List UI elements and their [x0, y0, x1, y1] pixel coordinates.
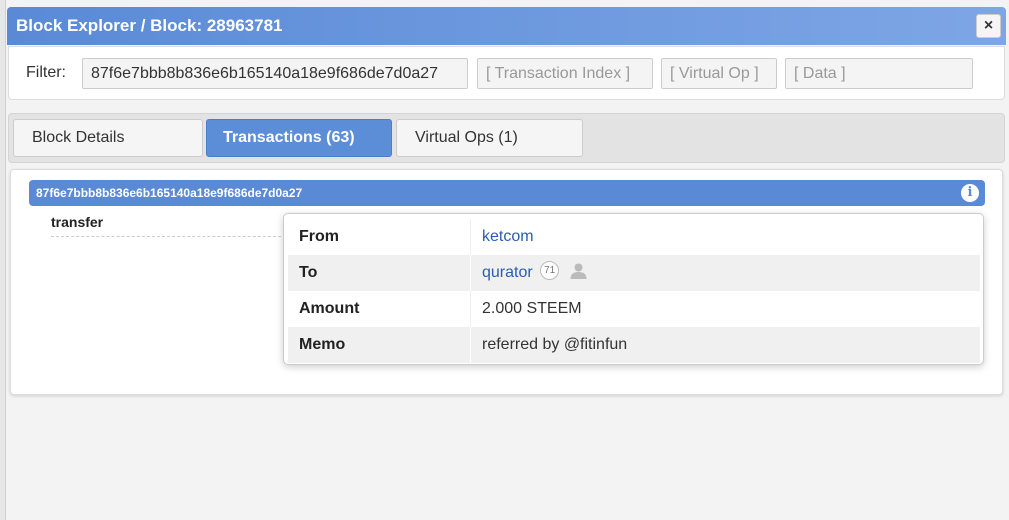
detail-row-to: To qurator 71: [288, 255, 980, 291]
close-button[interactable]: ×: [976, 14, 1001, 38]
from-value-cell: ketcom: [472, 219, 980, 255]
close-icon: ×: [983, 17, 994, 34]
amount-value: 2.000 STEEM: [482, 300, 582, 317]
filter-panel: Filter: 87f6e7bbb8b836e6b165140a18e9f686…: [8, 46, 1005, 100]
data-filter-input[interactable]: [ Data ]: [785, 58, 973, 89]
reputation-badge: 71: [540, 261, 560, 281]
transaction-header[interactable]: 87f6e7bbb8b836e6b165140a18e9f686de7d0a27…: [29, 180, 985, 206]
operation-details-popover: From ketcom To qurator 71 Amount 2.000 S…: [283, 213, 984, 365]
user-icon[interactable]: [570, 263, 587, 279]
from-account-link[interactable]: ketcom: [482, 228, 534, 245]
operation-divider: [51, 236, 286, 237]
operation-type[interactable]: transfer: [51, 214, 103, 230]
window-title: Block Explorer / Block: 28963781: [16, 16, 283, 35]
window-titlebar[interactable]: Block Explorer / Block: 28963781 ×: [7, 7, 1006, 45]
transaction-id: 87f6e7bbb8b836e6b165140a18e9f686de7d0a27: [36, 186, 303, 200]
memo-key: Memo: [288, 327, 471, 363]
info-icon[interactable]: i: [961, 184, 979, 202]
filter-label: Filter:: [26, 64, 66, 81]
transaction-index-filter-input[interactable]: [ Transaction Index ]: [477, 58, 653, 89]
amount-key: Amount: [288, 291, 471, 327]
detail-row-from: From ketcom: [288, 219, 980, 255]
tab-block-details[interactable]: Block Details: [13, 119, 203, 157]
to-account-link[interactable]: qurator: [482, 264, 533, 281]
memo-value: referred by @fitinfun: [482, 336, 628, 353]
tab-transactions[interactable]: Transactions (63): [206, 119, 392, 157]
detail-row-amount: Amount 2.000 STEEM: [288, 291, 980, 327]
virtual-op-filter-input[interactable]: [ Virtual Op ]: [661, 58, 777, 89]
from-key: From: [288, 219, 471, 255]
detail-row-memo: Memo referred by @fitinfun: [288, 327, 980, 363]
transaction-id-filter-input[interactable]: 87f6e7bbb8b836e6b165140a18e9f686de7d0a27: [82, 58, 468, 89]
tab-virtual-ops[interactable]: Virtual Ops (1): [396, 119, 583, 157]
to-value-cell: qurator 71: [472, 255, 980, 291]
tab-bar: Block Details Transactions (63) Virtual …: [8, 113, 1005, 163]
to-key: To: [288, 255, 471, 291]
